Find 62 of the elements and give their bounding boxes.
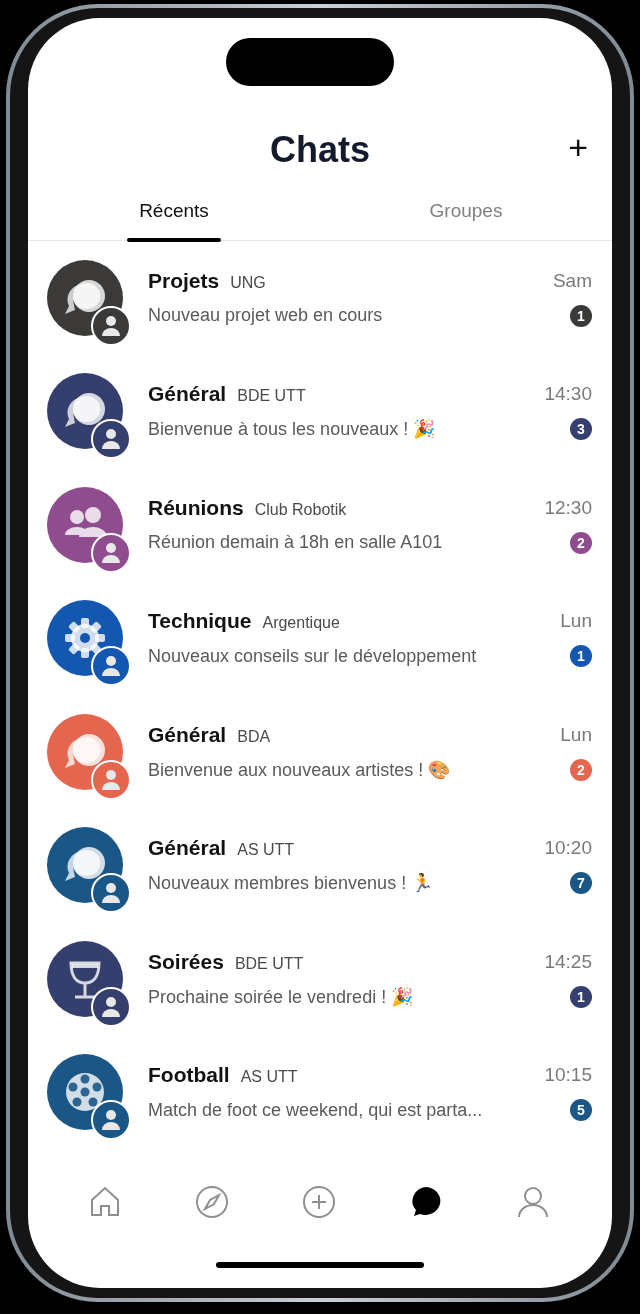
plus-nav-icon[interactable]	[301, 1184, 338, 1220]
unread-badge: 7	[570, 872, 592, 895]
chat-name: Réunions	[148, 495, 244, 520]
add-button[interactable]: +	[564, 130, 592, 164]
chat-name: Soirées	[148, 949, 224, 974]
last-message: Match de foot ce weekend, qui est parta...	[148, 1099, 483, 1121]
last-message: Nouveaux membres bienvenus ! 🏃	[148, 872, 434, 895]
club-logo-icon	[91, 986, 131, 1027]
last-message: Réunion demain à 18h en salle A101	[148, 532, 443, 554]
unread-badge: 5	[570, 1099, 592, 1122]
chat-time: 14:30	[544, 383, 592, 406]
group-name: BDA	[237, 727, 271, 746]
last-message: Nouveau projet web en cours	[148, 305, 383, 327]
chat-time: 14:25	[544, 950, 592, 973]
club-logo-icon	[91, 759, 131, 800]
group-name: AS UTT	[237, 841, 295, 860]
chat-row[interactable]: Technique Argentique Lun Nouveaux conseils sur le développement 1	[28, 581, 612, 695]
group-name: BDE UTT	[234, 954, 304, 973]
club-logo-icon	[91, 1100, 131, 1141]
unread-badge: 1	[570, 645, 592, 668]
chat-time: Sam	[552, 269, 592, 292]
chat-row[interactable]: Réunions Club Robotik 12:30 Réunion demain à 18h en salle A101 2	[28, 468, 612, 582]
group-name: UNG	[230, 273, 266, 292]
club-logo-icon	[91, 305, 131, 346]
last-message: Bienvenue aux nouveaux artistes ! 🎨	[148, 758, 451, 781]
last-message: Prochaine soirée le vendredi ! 🎉	[148, 985, 414, 1008]
group-name: Club Robotik	[254, 500, 347, 519]
chat-name: Football	[148, 1063, 230, 1088]
tab[interactable]: Groupes	[320, 190, 612, 240]
club-logo-icon	[91, 873, 131, 914]
group-name: Argentique	[262, 614, 340, 633]
group-name: AS UTT	[240, 1068, 298, 1087]
chat-row[interactable]: Général BDA Lun Bienvenue aux nouveaux artistes ! 🎨 2	[28, 695, 612, 809]
chat-row[interactable]: Général AS UTT 10:20 Nouveaux membres bienvenus ! 🏃 7	[28, 808, 612, 922]
unread-badge: 2	[570, 531, 592, 554]
club-logo-icon	[91, 532, 131, 573]
unread-badge: 2	[570, 758, 592, 781]
unread-badge: 1	[570, 304, 592, 327]
group-name: BDE UTT	[237, 387, 306, 406]
last-message: Bienvenue à tous les nouveaux ! 🎉	[148, 418, 436, 441]
chat-row[interactable]: Général BDE UTT 14:30 Bienvenue à tous les nouveaux ! 🎉 3	[28, 354, 612, 468]
chat-name: Général	[148, 722, 227, 747]
screen-title: Chats	[270, 128, 370, 172]
tab[interactable]: Récents	[28, 190, 320, 240]
club-logo-icon	[91, 419, 131, 460]
chat-name: Technique	[148, 609, 252, 634]
last-message: Nouveaux conseils sur le développement	[148, 645, 477, 667]
chat-name: Général	[148, 382, 227, 407]
chat-name: Général	[148, 836, 227, 861]
chat-row[interactable]: Football AS UTT 10:15 Match de foot ce weekend, qui est parta... 5	[28, 1035, 612, 1149]
unread-badge: 3	[570, 418, 592, 441]
chat-time: Lun	[560, 610, 592, 633]
chat-name: Projets	[148, 268, 220, 293]
chat-time: Lun	[560, 723, 592, 746]
club-logo-icon	[91, 646, 131, 687]
chat-row[interactable]: Projets UNG Sam Nouveau projet web en cours 1	[28, 241, 612, 355]
compass-nav-icon[interactable]	[194, 1184, 231, 1220]
chat-time: 12:30	[544, 496, 592, 519]
chat-time: 10:15	[544, 1064, 592, 1087]
unread-badge: 1	[570, 985, 592, 1008]
chat-row[interactable]: Soirées BDE UTT 14:25 Prochaine soirée le vendredi ! 🎉 1	[28, 922, 612, 1036]
chat-time: 10:20	[544, 837, 592, 860]
